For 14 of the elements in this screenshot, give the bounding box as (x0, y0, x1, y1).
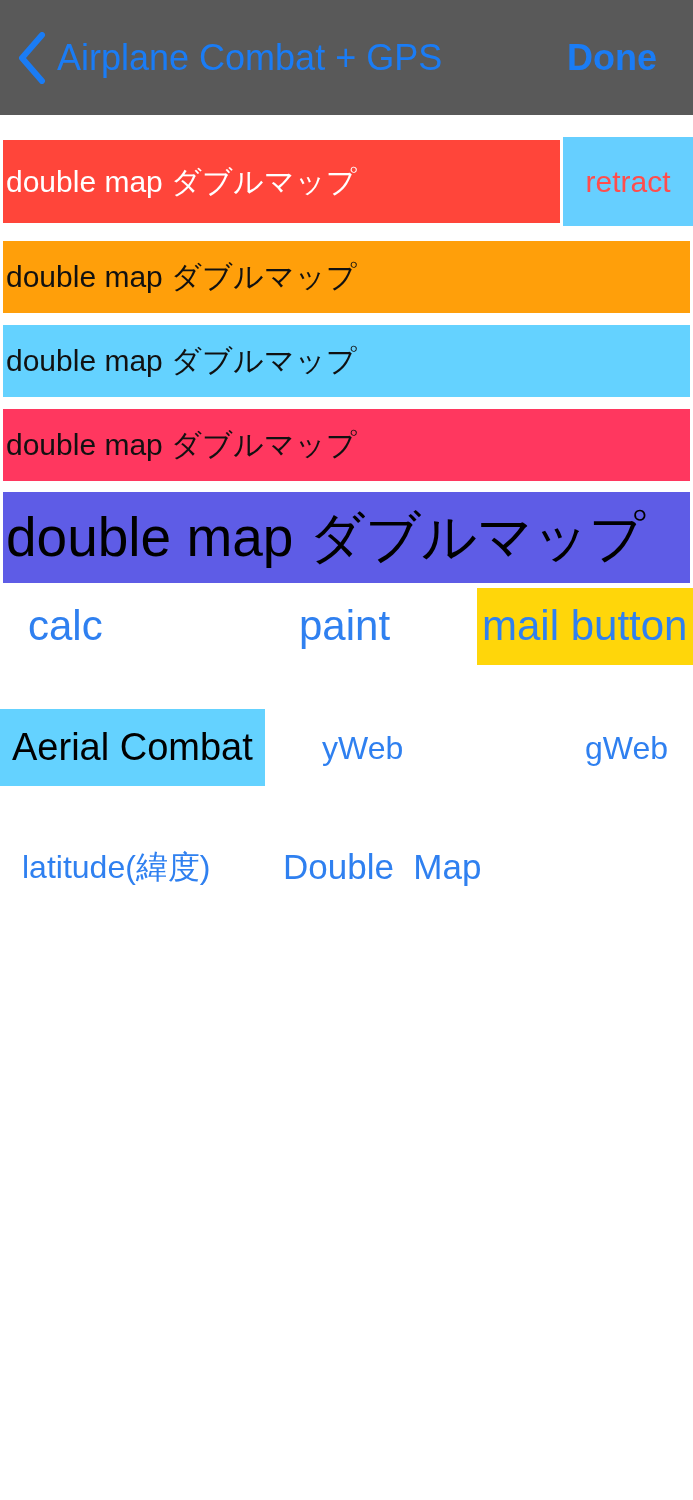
table-row[interactable]: double map ダブルマップ (3, 140, 560, 223)
text-button[interactable]: latitude(緯度) (22, 847, 211, 887)
text-button[interactable]: Double Map (283, 845, 482, 889)
text-button[interactable]: yWeb (322, 727, 404, 768)
text-button[interactable]: Aerial Combat (0, 709, 265, 786)
table-row[interactable]: double map ダブルマップ (3, 241, 690, 313)
table-row[interactable]: double map ダブルマップ (3, 325, 690, 397)
text-button[interactable]: paint (299, 600, 391, 653)
back-chevron-icon (18, 31, 46, 84)
text-button[interactable]: mail button (477, 588, 693, 665)
text-button[interactable]: calc (28, 600, 103, 653)
text-button[interactable]: gWeb (585, 727, 668, 768)
table-row[interactable]: double map ダブルマップ (3, 409, 690, 481)
table-row[interactable]: double map ダブルマップ (3, 492, 690, 583)
